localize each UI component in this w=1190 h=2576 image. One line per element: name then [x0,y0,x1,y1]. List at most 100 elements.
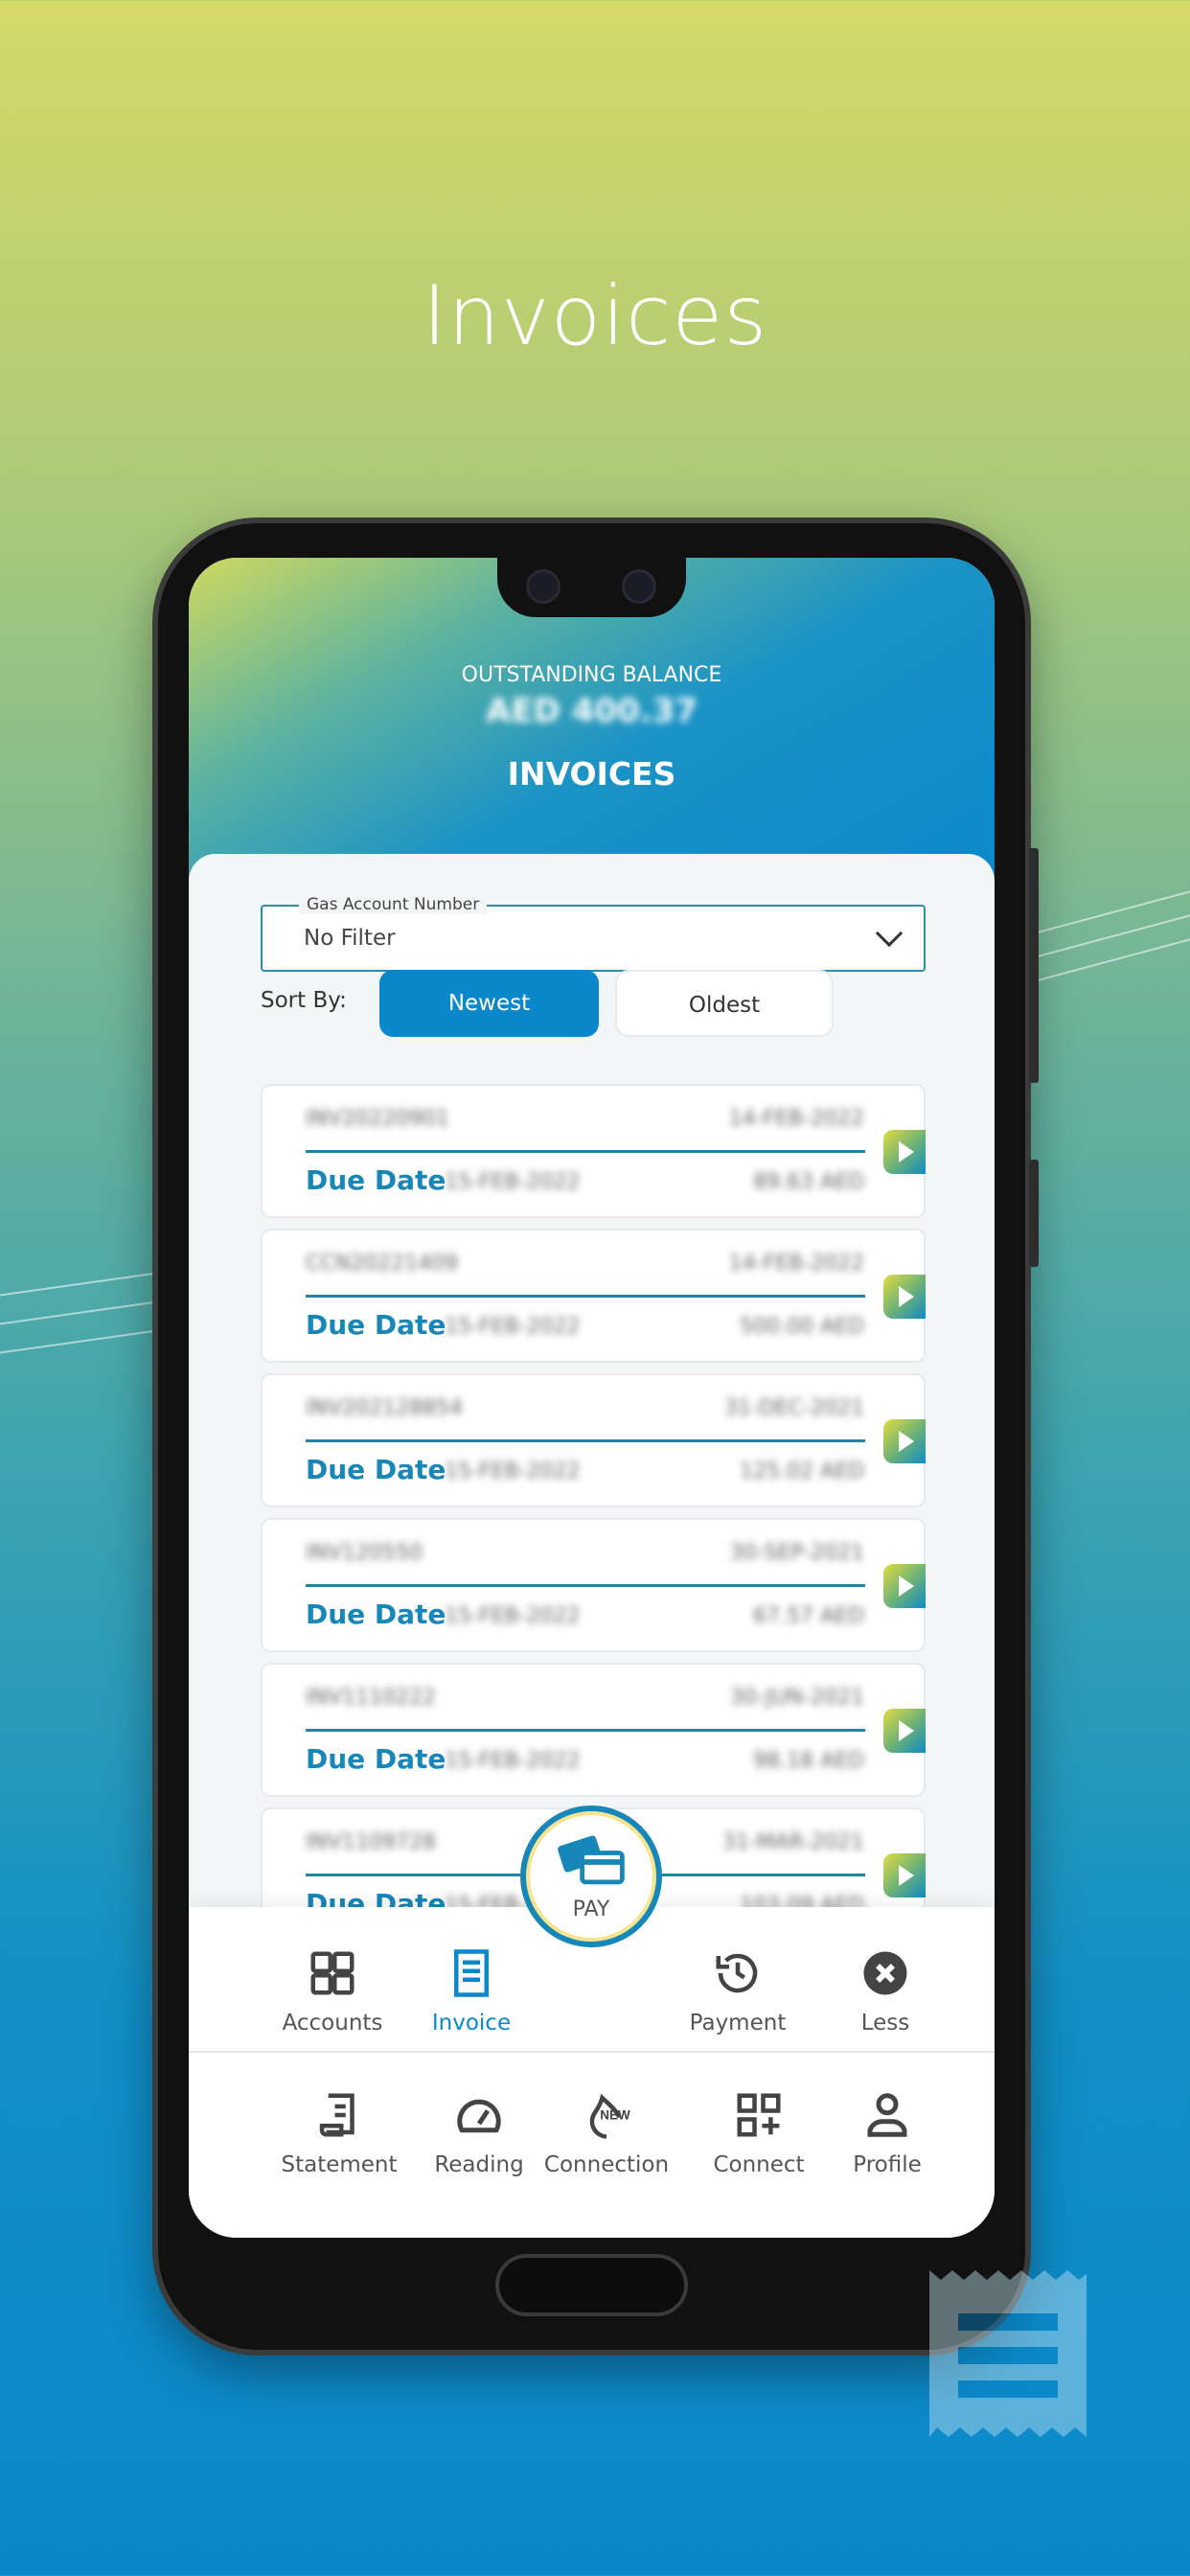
receipt-decor-icon [929,2270,1087,2437]
invoice-date: 30-JUN-2021 [729,1686,864,1710]
due-date-label: Due Date [306,1164,446,1196]
nav-accounts[interactable]: Accounts [261,1947,404,2036]
statement-icon [319,2093,355,2137]
play-arrow-icon[interactable] [883,1564,926,1608]
phone-side-button [1029,1160,1039,1267]
phone-notch [497,556,686,617]
nav-label: Connection [543,2152,670,2177]
nav-divider [189,2051,995,2053]
nav-statement[interactable]: Statement [267,2089,411,2177]
sort-label: Sort By: [261,988,347,1013]
history-icon [716,1953,758,1993]
invoice-amount: 98.18 AED [753,1749,864,1773]
invoice-card[interactable]: INV1110222 30-JUN-2021 Due Date 15-FEB-2… [261,1663,926,1797]
nav-label: Profile [853,2152,922,2177]
sort-oldest-button[interactable]: Oldest [615,970,834,1037]
invoice-date: 14-FEB-2022 [728,1252,864,1276]
nav-reading[interactable]: Reading [407,2089,551,2177]
invoice-amount: 500.00 AED [740,1315,864,1339]
due-date-value: 15-FEB-2022 [445,1604,581,1628]
play-arrow-icon[interactable] [883,1419,926,1463]
invoice-number: INV1110222 [306,1686,436,1710]
invoice-divider [306,1584,865,1587]
due-date-value: 15-FEB-2022 [445,1315,581,1339]
invoice-number: INV1109728 [306,1830,436,1854]
decor-line [0,1301,153,1326]
invoice-amount: 89.63 AED [753,1170,864,1194]
decor-line [0,1330,153,1355]
decor-line [1037,937,1190,981]
nav-label: Statement [281,2152,398,2177]
nav-connection[interactable]: NEW Connection [535,2089,678,2177]
invoice-divider [306,1439,865,1442]
invoice-divider [306,1729,865,1732]
invoice-number: INV120550 [306,1541,423,1565]
close-circle-icon [863,1951,907,1995]
invoice-number: INV202128854 [306,1396,463,1420]
gas-account-dropdown[interactable]: Gas Account Number No Filter [261,895,926,972]
nav-profile[interactable]: Profile [815,2089,959,2177]
page-title: INVOICES [507,755,676,793]
nav-payment[interactable]: Payment [666,1947,810,2036]
invoice-number: INV20220901 [306,1107,449,1131]
play-arrow-icon[interactable] [883,1275,926,1319]
invoice-number: CCN20221409 [306,1252,459,1276]
invoice-date: 14-FEB-2022 [728,1107,864,1131]
nav-connect[interactable]: Connect [687,2089,831,2177]
invoice-card[interactable]: CCN20221409 14-FEB-2022 Due Date 15-FEB-… [261,1229,926,1363]
balance-label: OUTSTANDING BALANCE [461,663,722,687]
decor-line [0,1273,153,1298]
nav-label: Payment [689,2011,787,2036]
bottom-navigation: Accounts Invoice Payment Less Statement … [189,1907,995,2238]
pay-button[interactable]: PAY [520,1806,662,1947]
invoice-card[interactable]: INV120550 30-SEP-2021 Due Date 15-FEB-20… [261,1518,926,1652]
decor-line [1037,913,1190,957]
nav-invoice[interactable]: Invoice [400,1947,543,2036]
app-screen: OUTSTANDING BALANCE AED 400.37 INVOICES … [189,558,995,2238]
due-date-label: Due Date [306,1309,446,1341]
dropdown-value: No Filter [304,926,396,951]
nav-label: Accounts [282,2011,383,2036]
nav-label: Reading [434,2152,524,2177]
user-icon [867,2093,907,2137]
invoice-amount: 125.02 AED [740,1460,864,1484]
invoice-date: 30-SEP-2021 [729,1541,864,1565]
invoice-date: 31-DEC-2021 [723,1396,864,1420]
dropdown-label: Gas Account Number [299,895,488,914]
due-date-label: Due Date [306,1598,446,1630]
sort-newest-button[interactable]: Newest [379,970,599,1037]
phone-side-button [1029,848,1039,1083]
invoice-date: 31-MAR-2021 [721,1830,864,1854]
gauge-icon [457,2099,501,2133]
play-arrow-icon[interactable] [883,1130,926,1174]
nav-label: Invoice [431,2011,512,2036]
camera [622,569,656,604]
decor-line [1037,889,1190,933]
play-arrow-icon[interactable] [883,1853,926,1898]
nav-less[interactable]: Less [813,1947,957,2036]
invoice-card[interactable]: INV20220901 14-FEB-2022 Due Date 15-FEB-… [261,1084,926,1218]
due-date-label: Due Date [306,1454,446,1485]
chevron-down-icon [875,919,904,948]
due-date-value: 15-FEB-2022 [445,1749,581,1773]
pay-label: PAY [572,1898,610,1921]
credit-cards-icon [558,1835,625,1885]
promo-headline: Invoices [422,268,768,364]
nav-label: Connect [713,2152,805,2177]
balance-value: AED 400.37 [486,692,698,730]
svg-text:NEW: NEW [600,2108,630,2123]
due-date-value: 15-FEB-2022 [445,1170,581,1194]
new-connection-flame-icon: NEW [589,2093,630,2139]
grid-icon [310,1951,355,1995]
invoice-card[interactable]: INV202128854 31-DEC-2021 Due Date 15-FEB… [261,1373,926,1507]
due-date-value: 15-FEB-2022 [445,1460,581,1484]
invoice-icon [454,1949,489,1997]
invoice-divider [306,1150,865,1153]
add-grid-icon [737,2093,781,2137]
phone-home-button [495,2254,688,2316]
invoice-divider [306,1295,865,1298]
due-date-label: Due Date [306,1743,446,1775]
invoice-amount: 67.57 AED [753,1604,864,1628]
speaker [526,569,561,604]
play-arrow-icon[interactable] [883,1709,926,1753]
